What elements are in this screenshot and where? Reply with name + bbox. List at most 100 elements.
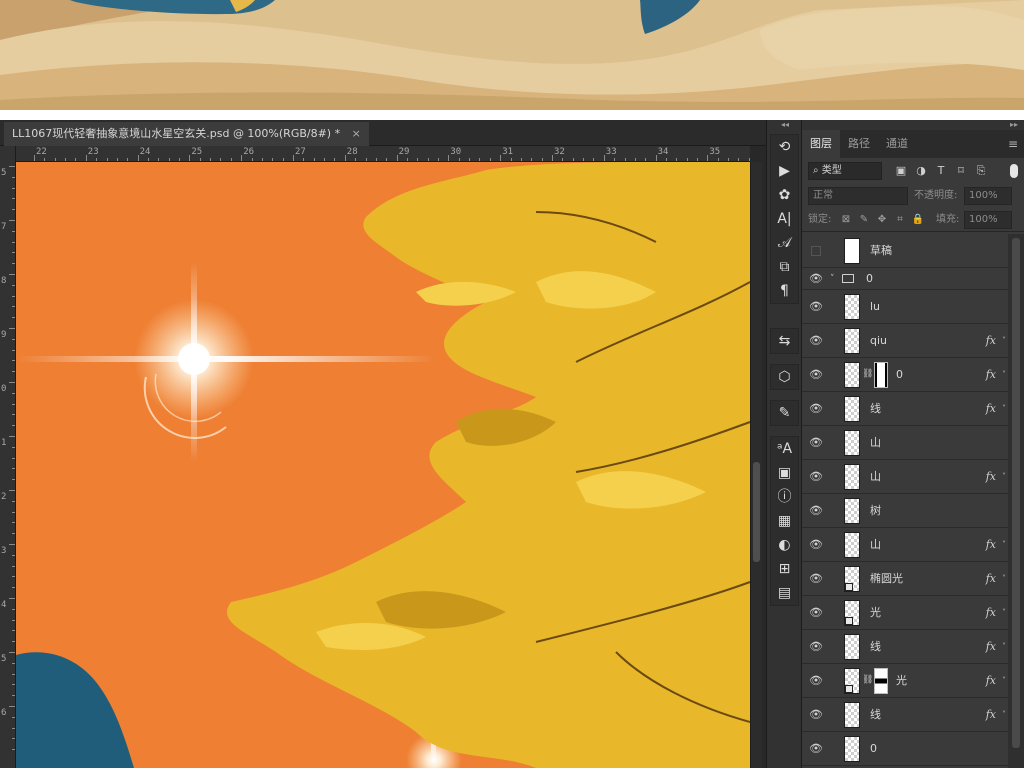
layer-row[interactable]: 👁 qiu fx ˅	[802, 324, 1008, 358]
chevron-down-icon[interactable]: ˅	[1002, 392, 1006, 426]
layers-scrollbar[interactable]	[1008, 234, 1024, 768]
history-icon[interactable]: ⟲	[771, 135, 798, 159]
lock-artboard-icon[interactable]: ⌗	[892, 211, 908, 229]
filter-toggle[interactable]	[1010, 164, 1018, 178]
ruler-horizontal[interactable]: 22 23 24 25 26 27 28 29 30 31 32 33 34 35	[16, 146, 750, 162]
eye-icon[interactable]: 👁	[809, 742, 823, 756]
layer-row[interactable]: 👁 光 fx ˅	[802, 596, 1008, 630]
filter-adjustment-icon[interactable]: ◑	[912, 162, 930, 180]
notes-icon[interactable]: ▤	[771, 581, 798, 605]
libraries-icon[interactable]: ▣	[771, 461, 798, 485]
paragraph-style-icon[interactable]: 𝒜	[771, 231, 798, 255]
layer-row[interactable]: 👁 线 fx ˅	[802, 392, 1008, 426]
layer-row[interactable]: 👁 树	[802, 494, 1008, 528]
layer-row[interactable]: 👁 lu	[802, 290, 1008, 324]
eye-icon[interactable]: 👁	[809, 470, 823, 484]
eye-icon[interactable]: 👁	[809, 538, 823, 552]
canvas[interactable]	[16, 162, 750, 768]
layer-effects-icon[interactable]: fx	[986, 562, 996, 596]
chevron-down-icon[interactable]: ˅	[1002, 630, 1006, 664]
link-icon[interactable]: ⛓	[862, 369, 873, 379]
paragraph-icon[interactable]: ¶	[771, 279, 798, 303]
filter-type-icon[interactable]: T	[932, 162, 950, 180]
document-tab[interactable]: LL1067现代轻奢抽象意境山水星空玄关.psd @ 100%(RGB/8#) …	[4, 122, 369, 146]
layer-row[interactable]: 草稿	[802, 234, 1008, 268]
info-icon[interactable]: ⓘ	[771, 485, 798, 509]
scrollbar-thumb[interactable]	[753, 462, 760, 562]
layer-row[interactable]: 👁 ⛓ 光 fx ˅	[802, 664, 1008, 698]
eye-icon[interactable]: 👁	[809, 402, 823, 416]
close-icon[interactable]: ×	[352, 122, 361, 146]
layer-row[interactable]: 👁 山 fx ˅	[802, 528, 1008, 562]
brush-settings-icon[interactable]: ✿	[771, 183, 798, 207]
lock-all-icon[interactable]: 🔒	[910, 211, 926, 229]
collapse-icon[interactable]: ▸▸	[1010, 120, 1018, 130]
character-icon[interactable]: A|	[771, 207, 798, 231]
lock-transparent-icon[interactable]: ⊠	[838, 211, 854, 229]
3d-cube-icon[interactable]: ⬡	[771, 365, 798, 389]
scrollbar-thumb[interactable]	[1012, 238, 1020, 748]
chevron-down-icon[interactable]: ˅	[830, 268, 835, 290]
eye-icon[interactable]: 👁	[809, 572, 823, 586]
filter-shape-icon[interactable]: ⌑	[952, 162, 970, 180]
color-icon[interactable]: ◐	[771, 533, 798, 557]
eye-icon[interactable]: 👁	[809, 436, 823, 450]
eye-icon[interactable]: 👁	[809, 334, 823, 348]
panel-menu-icon[interactable]: ≡	[1008, 130, 1018, 158]
layer-mask-thumbnail[interactable]	[874, 362, 888, 388]
layer-row[interactable]: 👁 山 fx ˅	[802, 460, 1008, 494]
link-icon[interactable]: ⛓	[862, 675, 873, 685]
layer-row[interactable]: 👁 线 fx ˅	[802, 630, 1008, 664]
layer-effects-icon[interactable]: fx	[986, 460, 996, 494]
layer-row[interactable]: 👁 线 fx ˅	[802, 698, 1008, 732]
tab-channels[interactable]: 通道	[878, 130, 916, 158]
layer-effects-icon[interactable]: fx	[986, 698, 996, 732]
layer-group-row[interactable]: 👁 ˅ 0	[802, 268, 1008, 290]
eye-icon[interactable]: 👁	[809, 674, 823, 688]
layer-row[interactable]: 👁 山	[802, 426, 1008, 460]
visibility-toggle[interactable]	[811, 246, 821, 256]
vertical-scrollbar[interactable]	[750, 162, 762, 768]
opacity-field[interactable]: 100%	[964, 187, 1012, 205]
clone-source-icon[interactable]: ⧉	[771, 255, 798, 279]
eye-icon[interactable]: 👁	[809, 300, 823, 314]
layer-effects-icon[interactable]: fx	[986, 324, 996, 358]
fill-field[interactable]: 100%	[964, 211, 1012, 229]
layer-effects-icon[interactable]: fx	[986, 528, 996, 562]
layer-mask-thumbnail[interactable]	[874, 668, 888, 694]
layer-effects-icon[interactable]: fx	[986, 664, 996, 698]
layer-row[interactable]: 👁 椭圆光 fx ˅	[802, 562, 1008, 596]
layer-effects-icon[interactable]: fx	[986, 392, 996, 426]
eye-icon[interactable]: 👁	[809, 640, 823, 654]
layer-row[interactable]: 👁 0	[802, 732, 1008, 766]
chevron-down-icon[interactable]: ˅	[1002, 664, 1006, 698]
layer-effects-icon[interactable]: fx	[986, 630, 996, 664]
tab-layers[interactable]: 图层	[802, 130, 840, 158]
chevron-down-icon[interactable]: ˅	[1002, 358, 1006, 392]
swatches-grid-icon[interactable]: ▦	[771, 509, 798, 533]
layer-filter-kind[interactable]: ⌕ 类型	[808, 162, 882, 180]
eye-icon[interactable]: 👁	[809, 272, 823, 286]
ruler-vertical[interactable]: 5 7 8 9 0 1 2 3 4 5 6	[0, 146, 16, 768]
lock-position-icon[interactable]: ✥	[874, 211, 890, 229]
chevron-down-icon[interactable]: ˅	[1002, 460, 1006, 494]
adjust-icon[interactable]: ⇆	[771, 329, 798, 353]
glyphs-icon[interactable]: ᵃA	[771, 437, 798, 461]
brush-preset-icon[interactable]: ✎	[771, 401, 798, 425]
chevron-down-icon[interactable]: ˅	[1002, 698, 1006, 732]
chevron-down-icon[interactable]: ˅	[1002, 324, 1006, 358]
chevron-down-icon[interactable]: ˅	[1002, 562, 1006, 596]
chevron-down-icon[interactable]: ˅	[1002, 596, 1006, 630]
eye-icon[interactable]: 👁	[809, 368, 823, 382]
layer-row[interactable]: 👁 ⛓ 0 fx ˅	[802, 358, 1008, 392]
layer-effects-icon[interactable]: fx	[986, 358, 996, 392]
collapse-icon[interactable]: ◂◂	[767, 120, 803, 130]
tab-paths[interactable]: 路径	[840, 130, 878, 158]
filter-smart-object-icon[interactable]: ⎘	[972, 162, 990, 180]
filter-pixel-icon[interactable]: ▣	[892, 162, 910, 180]
eye-icon[interactable]: 👁	[809, 606, 823, 620]
navigator-icon[interactable]: ⊞	[771, 557, 798, 581]
eye-icon[interactable]: 👁	[809, 708, 823, 722]
chevron-down-icon[interactable]: ˅	[1002, 528, 1006, 562]
lock-image-icon[interactable]: ✎	[856, 211, 872, 229]
